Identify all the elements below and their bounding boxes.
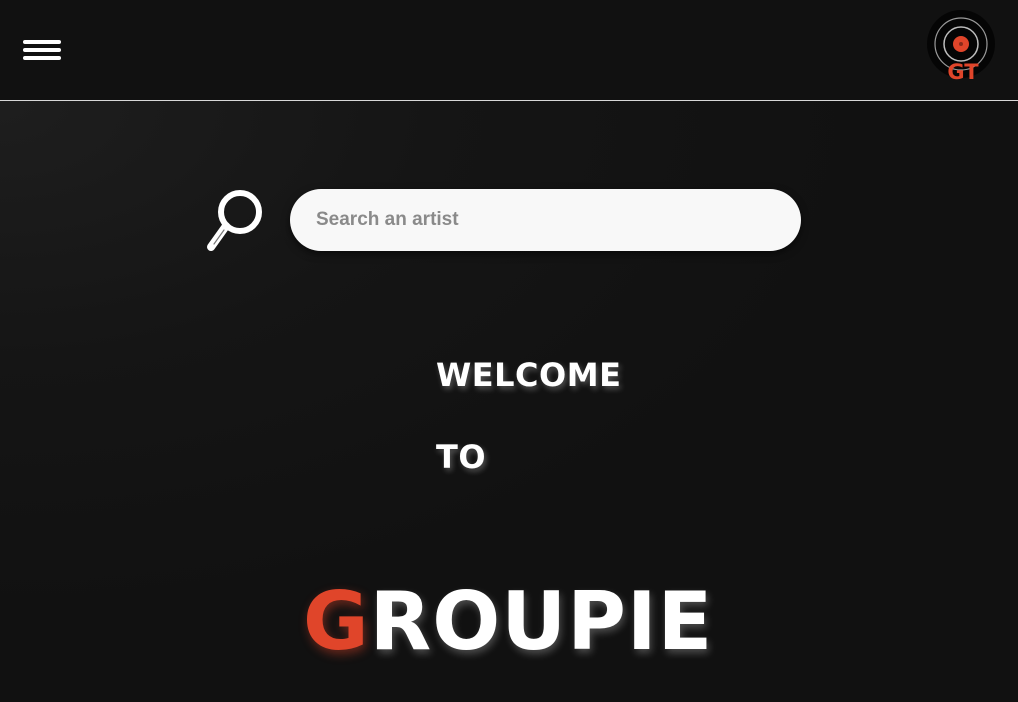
logo-text: GT: [947, 60, 979, 84]
brand-rest: ROUPIE: [369, 575, 714, 668]
menu-bar: [23, 56, 61, 60]
search-input[interactable]: [290, 189, 801, 251]
welcome-heading: WELCOME: [436, 356, 622, 394]
page: GT WELCOME TO GROUPIE: [0, 0, 1018, 702]
hamburger-menu-icon[interactable]: [23, 38, 61, 62]
menu-bar: [23, 40, 61, 44]
gt-logo[interactable]: GT: [926, 10, 996, 84]
magnifying-glass-icon[interactable]: [204, 186, 266, 256]
to-heading: TO: [436, 438, 487, 476]
top-header: GT: [0, 0, 1018, 101]
menu-bar: [23, 48, 61, 52]
brand-title: GROUPIE: [303, 572, 723, 672]
vinyl-record-icon: GT: [927, 10, 995, 84]
brand-initial: G: [303, 575, 370, 668]
